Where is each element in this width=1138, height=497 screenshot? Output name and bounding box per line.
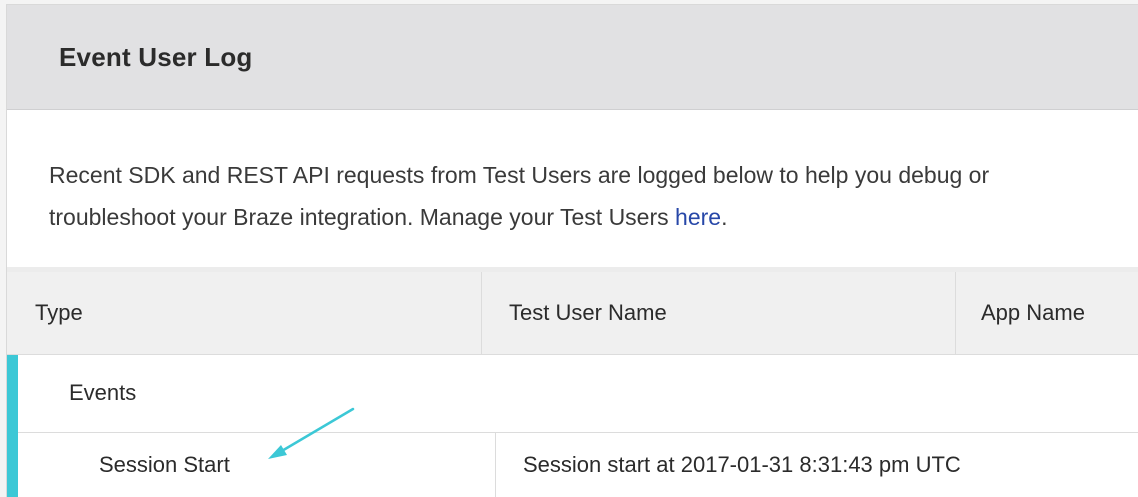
description-text-after-link: .: [721, 204, 728, 230]
panel-title: Event User Log: [59, 42, 253, 72]
panel-header: Event User Log: [7, 5, 1138, 110]
event-detail: Session start at 2017-01-31 8:31:43 pm U…: [523, 452, 961, 477]
column-header-test-user-name[interactable]: Test User Name: [482, 272, 956, 354]
manage-test-users-link[interactable]: here: [675, 204, 721, 230]
group-accent-bar: [7, 355, 18, 497]
column-header-app-name[interactable]: App Name: [956, 272, 1138, 354]
group-row-events[interactable]: Events: [18, 355, 1138, 433]
description-text-before-link: Recent SDK and REST API requests from Te…: [49, 162, 990, 230]
event-log-table: Type Test User Name App Name Events Sess…: [7, 272, 1138, 497]
event-user-log-panel: Event User Log Recent SDK and REST API r…: [6, 4, 1138, 497]
event-name-cell: Session Start: [18, 433, 496, 497]
table-header: Type Test User Name App Name: [7, 272, 1138, 355]
column-header-type[interactable]: Type: [7, 272, 482, 354]
event-name: Session Start: [99, 452, 230, 477]
description-text: Recent SDK and REST API requests from Te…: [49, 154, 1109, 238]
table-row[interactable]: Session Start Session start at 2017-01-3…: [18, 433, 1138, 497]
description-section: Recent SDK and REST API requests from Te…: [7, 110, 1138, 267]
group-label: Events: [69, 380, 137, 405]
